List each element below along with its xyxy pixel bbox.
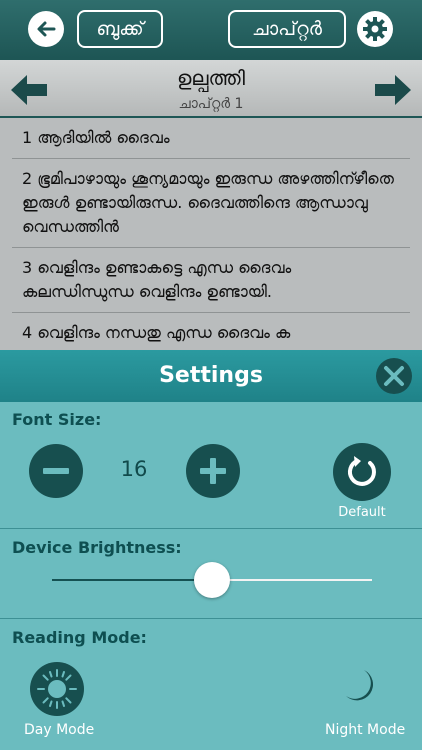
- sun-icon: [37, 669, 77, 709]
- verse-item[interactable]: 2 ഭൂമിപാഴായും ശൂന്യമായും ഇരുന്ധ അഴത്തിന്…: [12, 159, 410, 248]
- chapter-select-button[interactable]: ചാപ്റ്റർ: [228, 10, 346, 48]
- font-size-label: Font Size:: [12, 410, 102, 429]
- increase-font-button[interactable]: [186, 444, 240, 498]
- minus-icon: [43, 468, 69, 474]
- gear-icon: [363, 17, 387, 41]
- night-mode-label: Night Mode: [325, 722, 406, 738]
- moon-icon[interactable]: [340, 666, 382, 708]
- day-mode-label: Day Mode: [24, 722, 95, 738]
- verse-item[interactable]: 3 വെളിന്ദം ഉണ്ടാകട്ടെ എന്ധ ദൈവം കലന്ധിന്…: [12, 248, 410, 313]
- reading-mode-label: Reading Mode:: [12, 628, 147, 647]
- day-mode-button[interactable]: [30, 662, 84, 716]
- verse-item[interactable]: 1 ആദിയിൽ ദൈവം: [12, 118, 410, 159]
- default-label: Default: [338, 505, 386, 520]
- brightness-slider-thumb[interactable]: [194, 562, 230, 598]
- brightness-slider-fill: [52, 579, 212, 581]
- decrease-font-button[interactable]: [29, 444, 83, 498]
- plus-icon: [200, 458, 226, 484]
- reset-icon: [347, 456, 376, 486]
- font-size-value: 16: [120, 457, 148, 481]
- settings-title: Settings: [159, 363, 263, 388]
- settings-button[interactable]: [357, 11, 393, 47]
- right-arrow-icon[interactable]: [373, 73, 413, 107]
- section-divider: [0, 618, 422, 619]
- back-button[interactable]: [28, 11, 64, 47]
- close-icon[interactable]: [375, 357, 413, 395]
- top-toolbar: ബുക്ക് ചാപ്റ്റർ: [0, 0, 422, 58]
- brightness-label: Device Brightness:: [12, 538, 182, 557]
- back-arrow-icon: [37, 21, 56, 37]
- book-title: ഉല്പത്തി: [177, 66, 245, 90]
- settings-header: Settings: [0, 350, 422, 402]
- verse-item[interactable]: 4 വെളിന്ദം നന്ധതു എന്ധ ദൈവം ക: [12, 313, 410, 350]
- reset-font-button[interactable]: [333, 443, 391, 501]
- verse-list[interactable]: 1 ആദിയിൽ ദൈവം 2 ഭൂമിപാഴായും ശൂന്യമായും ഇ…: [0, 118, 422, 350]
- chapter-header: ഉല്പത്തി ചാപ്റ്റർ 1: [0, 58, 422, 118]
- book-select-button[interactable]: ബുക്ക്: [77, 10, 163, 48]
- section-divider: [0, 528, 422, 529]
- chapter-number: ചാപ്റ്റർ 1: [178, 96, 244, 112]
